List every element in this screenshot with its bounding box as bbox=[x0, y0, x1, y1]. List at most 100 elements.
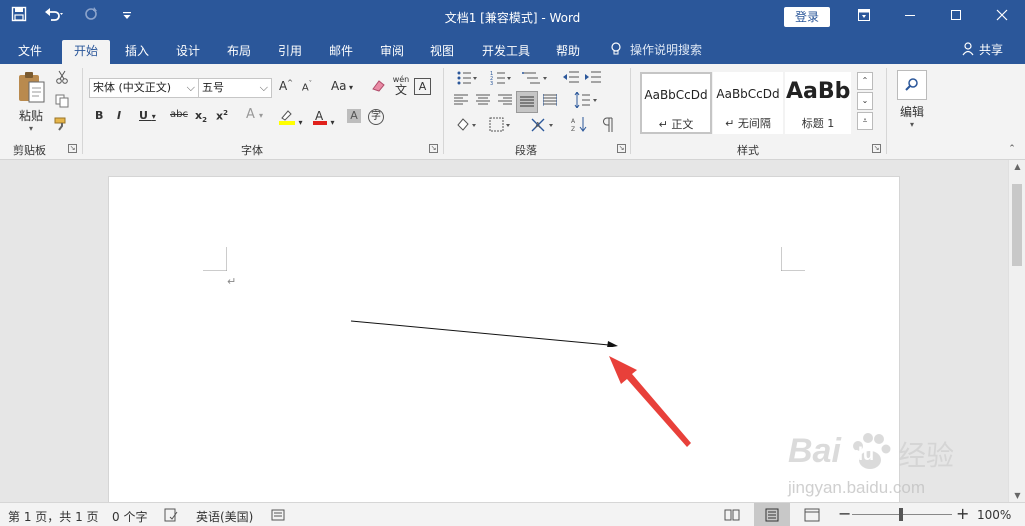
word-count[interactable]: 0 个字 bbox=[112, 508, 147, 525]
bullets-icon[interactable] bbox=[452, 70, 482, 89]
close-icon[interactable] bbox=[979, 0, 1025, 34]
paragraph-launcher-icon[interactable]: ↘ bbox=[617, 144, 626, 153]
web-layout-icon[interactable] bbox=[804, 508, 820, 525]
scroll-down-icon[interactable]: ▼ bbox=[1009, 491, 1025, 500]
styles-scroll-up-icon[interactable]: ⌃ bbox=[857, 72, 873, 90]
line-spacing-icon[interactable] bbox=[571, 91, 601, 111]
style-heading-1[interactable]: AaBb 标题 1 bbox=[785, 72, 851, 134]
vertical-scrollbar[interactable]: ▲ ▼ bbox=[1008, 160, 1025, 502]
justify-icon[interactable] bbox=[516, 91, 538, 113]
decrease-indent-icon[interactable] bbox=[562, 70, 580, 87]
svg-text:3: 3 bbox=[490, 81, 493, 86]
styles-launcher-icon[interactable]: ↘ bbox=[872, 144, 881, 153]
share-button[interactable]: 共享 bbox=[962, 41, 1003, 58]
tab-references[interactable]: 引用 bbox=[266, 40, 314, 64]
title-bar: 文档1 [兼容模式] - Word 登录 bbox=[0, 0, 1025, 36]
tab-file[interactable]: 文件 bbox=[6, 40, 54, 64]
show-hide-marks-icon[interactable] bbox=[600, 117, 618, 136]
editing-label: 编辑 bbox=[899, 105, 924, 119]
tab-insert[interactable]: 插入 bbox=[113, 40, 161, 64]
margin-corner-top-left bbox=[203, 247, 227, 271]
tab-layout[interactable]: 布局 bbox=[215, 40, 263, 64]
print-layout-icon[interactable] bbox=[754, 503, 790, 526]
align-left-icon[interactable] bbox=[452, 94, 470, 109]
status-bar: 第 1 页，共 1 页 0 个字 英语(美国) − + 100% bbox=[0, 502, 1025, 526]
shrink-font-icon[interactable]: Aˇ bbox=[299, 80, 315, 93]
align-center-icon[interactable] bbox=[474, 94, 492, 109]
character-shading-icon[interactable]: A bbox=[347, 109, 361, 123]
copy-icon[interactable] bbox=[54, 94, 70, 111]
zoom-out-icon[interactable]: − bbox=[838, 504, 851, 523]
font-size-value: 五号 bbox=[202, 81, 224, 94]
shading-icon[interactable] bbox=[452, 117, 482, 136]
font-launcher-icon[interactable]: ↘ bbox=[429, 144, 438, 153]
bold-icon[interactable]: B bbox=[95, 109, 103, 122]
borders-icon[interactable] bbox=[486, 117, 516, 136]
read-mode-icon[interactable] bbox=[724, 508, 740, 525]
zoom-level[interactable]: 100% bbox=[977, 508, 1011, 522]
character-border-icon[interactable]: A bbox=[414, 78, 431, 95]
page-count[interactable]: 第 1 页，共 1 页 bbox=[8, 508, 99, 525]
lightbulb-icon bbox=[611, 42, 621, 55]
enclose-characters-icon[interactable]: 字 bbox=[368, 109, 384, 125]
styles-scroll-down-icon[interactable]: ⌄ bbox=[857, 92, 873, 110]
sort-icon[interactable]: AZ bbox=[570, 116, 588, 135]
style-normal[interactable]: AaBbCcDd ↵ 正文 bbox=[640, 72, 712, 134]
tab-help[interactable]: 帮助 bbox=[544, 40, 592, 64]
drawn-arrow-line[interactable] bbox=[339, 311, 629, 347]
scrollbar-thumb[interactable] bbox=[1012, 184, 1022, 266]
paste-button[interactable]: 粘贴 ▾ bbox=[14, 70, 48, 136]
tell-me-label: 操作说明搜索 bbox=[630, 43, 703, 57]
tab-home[interactable]: 开始 bbox=[62, 40, 110, 64]
font-name-value: 宋体 (中文正文) bbox=[93, 81, 172, 94]
text-effects-icon[interactable]: A ▾ bbox=[246, 107, 263, 122]
styles-more-icon[interactable]: ⩡ bbox=[857, 112, 873, 130]
document-page[interactable]: ↵ bbox=[108, 176, 900, 502]
style-normal-name: ↵ 正文 bbox=[658, 118, 694, 131]
multilevel-list-icon[interactable] bbox=[520, 70, 550, 89]
macro-record-icon[interactable] bbox=[271, 508, 285, 525]
align-right-icon[interactable] bbox=[496, 94, 514, 109]
phonetic-guide-icon[interactable]: wén 文 bbox=[392, 76, 410, 97]
clear-formatting-icon[interactable] bbox=[370, 79, 388, 96]
chinese-layout-icon[interactable]: A bbox=[528, 117, 558, 136]
collapse-ribbon-icon[interactable]: ⌃ bbox=[1006, 144, 1018, 154]
proofing-icon[interactable] bbox=[164, 508, 178, 525]
superscript-icon[interactable]: x2 bbox=[216, 109, 228, 123]
style-no-spacing[interactable]: AaBbCcDd ↵ 无间隔 bbox=[713, 72, 783, 134]
italic-icon[interactable]: I bbox=[117, 109, 121, 122]
font-name-select[interactable]: 宋体 (中文正文) ⌵ bbox=[89, 78, 199, 98]
ribbon-display-options-icon[interactable] bbox=[841, 0, 887, 34]
tab-view[interactable]: 视图 bbox=[418, 40, 466, 64]
grow-font-icon[interactable]: A^ bbox=[277, 79, 295, 93]
highlight-color-icon[interactable]: ▾ bbox=[278, 109, 303, 128]
tell-me-search[interactable]: 操作说明搜索 bbox=[610, 41, 702, 58]
numbering-icon[interactable]: 123 bbox=[486, 70, 516, 89]
increase-indent-icon[interactable] bbox=[584, 70, 602, 87]
tab-design[interactable]: 设计 bbox=[164, 40, 212, 64]
clipboard-launcher-icon[interactable]: ↘ bbox=[68, 144, 77, 153]
paste-label: 粘贴 bbox=[18, 109, 43, 123]
tab-developer[interactable]: 开发工具 bbox=[474, 40, 538, 64]
tab-mailings[interactable]: 邮件 bbox=[317, 40, 365, 64]
minimize-icon[interactable] bbox=[887, 0, 933, 34]
zoom-slider-thumb[interactable] bbox=[899, 508, 903, 521]
strikethrough-icon[interactable]: abc bbox=[170, 109, 188, 120]
subscript-icon[interactable]: x2 bbox=[195, 109, 207, 124]
underline-icon[interactable]: U ▾ bbox=[139, 109, 156, 122]
distributed-icon[interactable] bbox=[541, 94, 559, 109]
scroll-up-icon[interactable]: ▲ bbox=[1009, 162, 1025, 171]
baidu-jingyan-watermark: Bai du 经验 jingyan.baidu.com bbox=[788, 430, 978, 500]
language-status[interactable]: 英语(美国) bbox=[196, 508, 253, 525]
tab-review[interactable]: 审阅 bbox=[368, 40, 416, 64]
editing-button[interactable]: 编辑 ▾ bbox=[896, 70, 928, 129]
font-size-select[interactable]: 五号 ⌵ bbox=[198, 78, 272, 98]
login-button[interactable]: 登录 bbox=[784, 7, 830, 27]
maximize-icon[interactable] bbox=[933, 0, 979, 34]
font-color-icon[interactable]: A ▾ bbox=[312, 109, 335, 128]
change-case-button[interactable]: Aa ▾ bbox=[328, 79, 356, 93]
cut-icon[interactable] bbox=[54, 70, 70, 87]
zoom-in-icon[interactable]: + bbox=[956, 504, 969, 523]
format-painter-icon[interactable] bbox=[54, 117, 70, 134]
styles-group-label: 样式 bbox=[737, 144, 759, 157]
